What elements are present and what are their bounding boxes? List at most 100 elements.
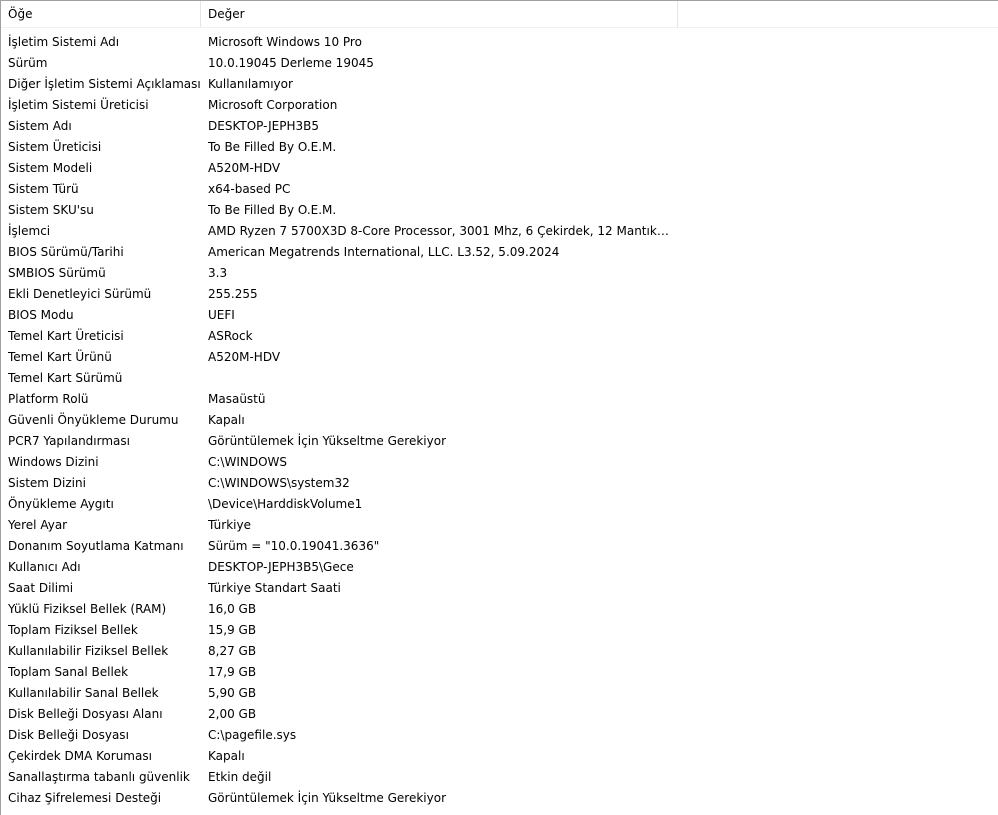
row-item-label: Ekli Denetleyici Sürümü xyxy=(8,287,152,301)
table-row[interactable]: Sistem Adı DESKTOP-JEPH3B5 xyxy=(1,116,998,137)
row-item-label: Sistem Modeli xyxy=(8,161,93,175)
list-header: Öğe Değer xyxy=(1,1,998,28)
row-item-label: Temel Kart Ürünü xyxy=(8,350,112,364)
row-item-value: Kapalı xyxy=(208,413,245,427)
table-row[interactable]: Kullanılabilir Fiziksel Bellek 8,27 GB xyxy=(1,641,998,662)
table-row[interactable]: Toplam Fiziksel Bellek 15,9 GB xyxy=(1,620,998,641)
row-item-value: Türkiye Standart Saati xyxy=(208,581,341,595)
row-item-value: Görüntülemek İçin Yükseltme Gerekiyor xyxy=(208,791,447,805)
table-row[interactable]: Donanım Soyutlama Katmanı Sürüm = "10.0.1… xyxy=(1,536,998,557)
table-row[interactable]: SMBIOS Sürümü 3.3 xyxy=(1,263,998,284)
row-item-value: \Device\HarddiskVolume1 xyxy=(208,497,363,511)
table-row[interactable]: Sanallaştırma tabanlı güvenlik Etkin deği… xyxy=(1,767,998,788)
row-item-label: Disk Belleği Dosyası Alanı xyxy=(8,707,163,721)
table-row[interactable]: Disk Belleği Dosyası Alanı 2,00 GB xyxy=(1,704,998,725)
row-item-label: Donanım Soyutlama Katmanı xyxy=(8,539,184,553)
row-item-value: 2,00 GB xyxy=(208,707,257,721)
row-item-label: Sürüm xyxy=(8,56,48,70)
row-item-value: 16,0 GB xyxy=(208,602,257,616)
row-item-label: Sistem Adı xyxy=(8,119,72,133)
row-item-label: İşletim Sistemi Üreticisi xyxy=(8,98,149,112)
table-row[interactable]: İşletim Sistemi Üreticisi Microsoft Corpo… xyxy=(1,95,998,116)
row-item-value: C:\WINDOWS\system32 xyxy=(208,476,350,490)
row-item-value: Kullanılamıyor xyxy=(208,77,293,91)
row-item-value: 5,90 GB xyxy=(208,686,257,700)
row-item-value: C:\WINDOWS xyxy=(208,455,288,469)
table-row[interactable]: Platform Rolü Masaüstü xyxy=(1,389,998,410)
row-item-label: Sanallaştırma tabanlı güvenlik xyxy=(8,770,190,784)
row-item-value: DESKTOP-JEPH3B5 xyxy=(208,119,320,133)
table-row[interactable]: Kullanıcı Adı DESKTOP-JEPH3B5\Gece xyxy=(1,557,998,578)
table-row[interactable]: Sistem Modeli A520M-HDV xyxy=(1,158,998,179)
row-item-value: American Megatrends International, LLC. … xyxy=(208,245,560,259)
row-item-value: AMD Ryzen 7 5700X3D 8-Core Processor, 30… xyxy=(208,224,671,238)
table-row[interactable]: Cihaz Şifrelemesi Desteği Görüntülemek İç… xyxy=(1,788,998,809)
column-header-item[interactable]: Öğe xyxy=(1,1,201,27)
row-item-value: Masaüstü xyxy=(208,392,266,406)
column-header-empty xyxy=(678,1,998,27)
table-row[interactable]: Yerel Ayar Türkiye xyxy=(1,515,998,536)
table-row[interactable]: Güvenli Önyükleme Durumu Kapalı xyxy=(1,410,998,431)
table-row[interactable]: Çekirdek DMA Koruması Kapalı xyxy=(1,746,998,767)
row-item-label: Windows Dizini xyxy=(8,455,99,469)
row-item-label: Sistem SKU'su xyxy=(8,203,94,217)
table-row[interactable]: Temel Kart Üreticisi ASRock xyxy=(1,326,998,347)
table-row[interactable]: Sistem Üreticisi To Be Filled By O.E.M. xyxy=(1,137,998,158)
row-item-label: SMBIOS Sürümü xyxy=(8,266,106,280)
row-item-label: Yüklü Fiziksel Bellek (RAM) xyxy=(8,602,167,616)
row-item-value: A520M-HDV xyxy=(208,350,281,364)
table-row[interactable]: Disk Belleği Dosyası C:\pagefile.sys xyxy=(1,725,998,746)
table-row[interactable]: BIOS Sürümü/Tarihi American Megatrends In… xyxy=(1,242,998,263)
row-item-value: Türkiye xyxy=(208,518,251,532)
row-item-value: ASRock xyxy=(208,329,253,343)
row-item-label: Kullanılabilir Fiziksel Bellek xyxy=(8,644,169,658)
column-header-value[interactable]: Değer xyxy=(201,1,678,27)
row-item-value: x64-based PC xyxy=(208,182,291,196)
row-item-label: İşlemci xyxy=(8,224,51,238)
row-item-value: Kapalı xyxy=(208,749,245,763)
table-row[interactable]: Sistem Türü x64-based PC xyxy=(1,179,998,200)
table-row[interactable]: Diğer İşletim Sistemi Açıklaması Kullanıl… xyxy=(1,74,998,95)
table-row[interactable]: Ekli Denetleyici Sürümü 255.255 xyxy=(1,284,998,305)
row-item-value xyxy=(201,368,671,389)
table-row[interactable]: Windows Dizini C:\WINDOWS xyxy=(1,452,998,473)
table-row[interactable]: Saat Dilimi Türkiye Standart Saati xyxy=(1,578,998,599)
list-rows: İşletim Sistemi Adı Microsoft Windows 10 … xyxy=(1,32,998,809)
table-row[interactable]: BIOS Modu UEFI xyxy=(1,305,998,326)
table-row[interactable]: İşlemci AMD Ryzen 7 5700X3D 8-Core Proces… xyxy=(1,221,998,242)
row-item-label: Yerel Ayar xyxy=(8,518,68,532)
row-item-label: Platform Rolü xyxy=(8,392,89,406)
table-row[interactable]: Kullanılabilir Sanal Bellek 5,90 GB xyxy=(1,683,998,704)
row-item-value: 15,9 GB xyxy=(208,623,257,637)
row-item-value: 3.3 xyxy=(208,266,228,280)
row-item-value: DESKTOP-JEPH3B5\Gece xyxy=(208,560,354,574)
table-row[interactable]: Temel Kart Sürümü xyxy=(1,368,998,389)
row-item-value: 10.0.19045 Derleme 19045 xyxy=(208,56,374,70)
table-row[interactable]: Sürüm 10.0.19045 Derleme 19045 xyxy=(1,53,998,74)
row-item-label: Diğer İşletim Sistemi Açıklaması xyxy=(8,77,201,91)
table-row[interactable]: Sistem SKU'su To Be Filled By O.E.M. xyxy=(1,200,998,221)
row-item-label: Sistem Dizini xyxy=(8,476,86,490)
table-row[interactable]: Toplam Sanal Bellek 17,9 GB xyxy=(1,662,998,683)
table-row[interactable]: Temel Kart Ürünü A520M-HDV xyxy=(1,347,998,368)
row-item-value: A520M-HDV xyxy=(208,161,281,175)
row-item-label: Güvenli Önyükleme Durumu xyxy=(8,413,179,427)
system-summary-list[interactable]: Öğe Değer İşletim Sistemi Adı Microsoft W… xyxy=(0,0,998,815)
row-item-label: Sistem Üreticisi xyxy=(8,140,102,154)
row-item-label: Cihaz Şifrelemesi Desteği xyxy=(8,791,162,805)
table-row[interactable]: Sistem Dizini C:\WINDOWS\system32 xyxy=(1,473,998,494)
row-item-value: Microsoft Corporation xyxy=(208,98,338,112)
row-item-label: Disk Belleği Dosyası xyxy=(8,728,129,742)
row-item-value: 8,27 GB xyxy=(208,644,257,658)
row-item-label: Kullanıcı Adı xyxy=(8,560,81,574)
row-item-label: PCR7 Yapılandırması xyxy=(8,434,130,448)
table-row[interactable]: Yüklü Fiziksel Bellek (RAM) 16,0 GB xyxy=(1,599,998,620)
row-item-value: UEFI xyxy=(208,308,235,322)
row-item-label: BIOS Sürümü/Tarihi xyxy=(8,245,124,259)
row-item-value: 17,9 GB xyxy=(208,665,257,679)
table-row[interactable]: Önyükleme Aygıtı \Device\HarddiskVolume1 xyxy=(1,494,998,515)
row-item-value: Etkin değil xyxy=(208,770,272,784)
table-row[interactable]: PCR7 Yapılandırması Görüntülemek İçin Yük… xyxy=(1,431,998,452)
table-row[interactable]: İşletim Sistemi Adı Microsoft Windows 10 … xyxy=(1,32,998,53)
row-item-label: Saat Dilimi xyxy=(8,581,74,595)
